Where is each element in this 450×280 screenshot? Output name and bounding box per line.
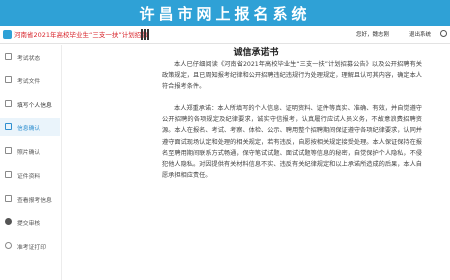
sidebar-item-id-documents[interactable]: 证件资料	[0, 166, 60, 184]
site-title: 许昌市网上报名系统	[139, 4, 311, 23]
info-icon	[5, 195, 12, 202]
logout-link[interactable]: 退出系统	[409, 30, 431, 38]
letter-paragraph-1: 本人已仔细阅读《河南省2021年高校毕业生“三支一扶”计划招募公告》以及公开招聘…	[162, 61, 422, 91]
sidebar-item-exam-files[interactable]: 考试文件	[0, 71, 60, 89]
sidebar: 考试状态 考试文件 填写个人信息 信息确认 照片确认 证件资料 查看报考信息 提…	[0, 45, 60, 280]
submit-icon	[5, 218, 12, 225]
welcome-text: 您好，魏志刚	[356, 32, 390, 38]
sidebar-item-label: 照片确认	[17, 149, 41, 156]
sidebar-item-label: 考试文件	[17, 78, 41, 85]
sidebar-item-personal-info[interactable]: 填写个人信息	[0, 95, 60, 113]
sidebar-item-print-ticket[interactable]: 准考证打印	[0, 237, 60, 255]
sidebar-item-label: 提交审核	[17, 220, 41, 227]
notice-icon	[3, 30, 12, 39]
print-icon	[5, 242, 12, 249]
sidebar-item-label: 填写个人信息	[17, 102, 52, 109]
sidebar-item-label: 证件资料	[17, 173, 41, 180]
sidebar-item-label: 查看报考信息	[17, 197, 52, 204]
check-icon	[5, 123, 12, 130]
exam-name: 河南省2021年高校毕业生“三支一扶”计划招募	[14, 31, 148, 39]
letter-paragraph-2: 本人郑重承诺：本人所填写的个人信息、证明资料、证件等真实、准确、有效，并自觉遵守…	[162, 105, 422, 180]
main-content: 诚信承诺书 本人已仔细阅读《河南省2021年高校毕业生“三支一扶”计划招募公告》…	[62, 45, 450, 280]
sidebar-item-label: 准考证打印	[17, 244, 46, 251]
sidebar-item-label: 信息确认	[17, 125, 41, 132]
photo-icon	[5, 147, 12, 154]
letter-title: 诚信承诺书	[233, 48, 279, 58]
status-icon	[5, 53, 12, 60]
file-icon	[5, 76, 12, 83]
sidebar-item-photo-confirm[interactable]: 照片确认	[0, 142, 60, 160]
sidebar-item-info-confirm[interactable]: 信息确认	[0, 118, 60, 136]
sidebar-item-exam-status[interactable]: 考试状态	[0, 48, 60, 66]
id-icon	[5, 171, 12, 178]
top-bar: 河南省2021年高校毕业生“三支一扶”计划招募 您好，魏志刚 退出系统	[0, 26, 450, 44]
site-banner: 许昌市网上报名系统	[0, 0, 450, 26]
menu-toggle-icon[interactable]	[141, 29, 149, 40]
sidebar-item-view-registration[interactable]: 查看报考信息	[0, 190, 60, 208]
sidebar-item-submit-review[interactable]: 提交审核	[0, 213, 60, 231]
logout-icon[interactable]	[440, 30, 447, 37]
sidebar-item-label: 考试状态	[17, 55, 41, 62]
edit-icon	[5, 100, 12, 107]
